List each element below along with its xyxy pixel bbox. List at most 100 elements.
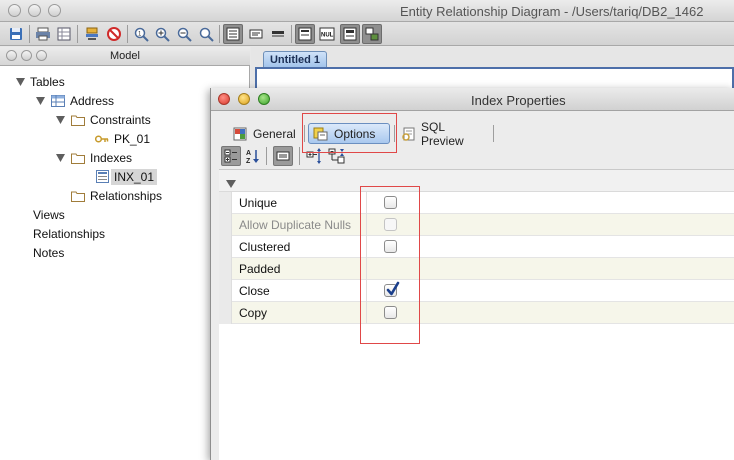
folder-icon — [70, 113, 86, 127]
delete-button[interactable] — [104, 24, 124, 44]
tab-general[interactable]: General — [229, 123, 299, 144]
stamp-icon — [86, 27, 98, 40]
show-nulls-button[interactable]: NUL — [317, 24, 337, 44]
tree-node-constraints[interactable]: Constraints — [54, 110, 151, 129]
tree-node-pk-01[interactable]: PK_01 — [94, 129, 150, 148]
dialog-zoom-button[interactable] — [258, 93, 270, 105]
tree-node-indexes[interactable]: Indexes — [54, 148, 132, 167]
zoom-fit-button[interactable] — [196, 24, 216, 44]
description-icon — [276, 151, 290, 161]
main-toolbar: 1 NUL — [0, 22, 734, 46]
tree-node-inx-01[interactable]: INX_01 — [94, 167, 158, 186]
property-row-allow-duplicate-nulls: Allow Duplicate Nulls — [219, 214, 734, 236]
allow-duplicate-nulls-checkbox — [384, 218, 397, 231]
dialog-close-button[interactable] — [218, 93, 230, 105]
page-setup-button[interactable] — [54, 24, 74, 44]
tree-node-views[interactable]: Views — [33, 205, 65, 224]
zoom-out-icon — [177, 27, 192, 42]
property-row-clustered: Clustered — [219, 236, 734, 258]
general-icon — [233, 127, 247, 141]
folder-icon — [70, 189, 86, 203]
grid-icon — [57, 27, 71, 41]
property-row-padded: Padded — [219, 258, 734, 280]
dialog-title: Index Properties — [471, 93, 566, 108]
sql-preview-icon — [401, 127, 415, 141]
close-window-button[interactable] — [8, 4, 21, 17]
options-icon — [313, 127, 328, 141]
property-group-header[interactable] — [219, 170, 734, 192]
categorized-view-button[interactable] — [221, 146, 241, 166]
window-title: Entity Relationship Diagram - /Users/tar… — [400, 4, 704, 19]
tree-node-tables[interactable]: Tables — [14, 72, 65, 91]
table-details-icon — [226, 27, 240, 41]
show-details-button[interactable] — [223, 24, 243, 44]
tree-node-relationships[interactable]: Relationships — [33, 224, 105, 243]
model-panel-title: Model — [110, 50, 140, 62]
dialog-minimize-button[interactable] — [238, 93, 250, 105]
null-icon: NUL — [319, 27, 335, 41]
zoom-window-button[interactable] — [48, 4, 61, 17]
expand-all-button[interactable] — [305, 146, 325, 166]
save-button[interactable] — [6, 24, 26, 44]
property-label: Close — [239, 284, 270, 298]
expand-triangle-icon[interactable] — [34, 95, 46, 107]
index-icon — [94, 170, 110, 184]
print-icon — [36, 27, 50, 41]
show-types-button[interactable] — [340, 24, 360, 44]
property-row-close: Close — [219, 280, 734, 302]
main-window-titlebar: Entity Relationship Diagram - /Users/tar… — [0, 0, 734, 22]
sort-az-icon: AZ — [246, 150, 259, 164]
property-label: Unique — [239, 196, 278, 210]
tab-options[interactable]: Options — [308, 123, 390, 144]
tab-sql-preview[interactable]: SQL Preview — [397, 120, 489, 148]
show-header-button[interactable] — [268, 24, 288, 44]
tree-node-notes[interactable]: Notes — [33, 243, 64, 262]
tree-node-address[interactable]: Address — [34, 91, 114, 110]
print-button[interactable] — [33, 24, 53, 44]
stamp-button[interactable] — [82, 24, 102, 44]
unique-checkbox[interactable] — [384, 196, 397, 209]
show-columns-button[interactable] — [246, 24, 266, 44]
property-row-copy: Copy — [219, 302, 734, 324]
svg-text:NUL: NUL — [321, 33, 334, 39]
dialog-titlebar: Index Properties — [211, 88, 734, 111]
index-properties-dialog: Index Properties General Options SQL Pre… — [210, 88, 734, 460]
expand-triangle-icon[interactable] — [54, 152, 66, 164]
alphabetical-view-button[interactable]: AZ — [243, 146, 263, 166]
copy-checkbox[interactable] — [384, 306, 397, 319]
checkmark-icon — [386, 281, 400, 296]
zoom-in-icon — [155, 27, 170, 42]
zoom-fit-icon — [199, 27, 214, 42]
zoom-actual-button[interactable]: 1 — [131, 24, 151, 44]
expand-triangle-icon[interactable] — [54, 114, 66, 126]
collapse-all-icon — [328, 148, 345, 164]
show-relations-button[interactable] — [362, 24, 382, 44]
tree-node-relationships-sub[interactable]: Relationships — [70, 186, 162, 205]
zoom-out-button[interactable] — [174, 24, 194, 44]
property-sheet-toolbar: AZ — [219, 145, 734, 167]
description-toggle-button[interactable] — [273, 146, 293, 166]
zoom-in-button[interactable] — [152, 24, 172, 44]
close-checkbox[interactable] — [384, 281, 400, 297]
expand-triangle-icon[interactable] — [226, 177, 236, 191]
expand-triangle-icon[interactable] — [14, 76, 26, 88]
svg-text:Z: Z — [246, 158, 251, 164]
table-types-icon — [343, 27, 357, 41]
table-keys-icon — [298, 27, 312, 41]
model-panel-header: Model — [0, 47, 250, 66]
diagram-tab-untitled[interactable]: Untitled 1 — [263, 51, 327, 68]
property-sheet: Unique Allow Duplicate Nulls Clustered P… — [219, 169, 734, 460]
no-entry-icon — [107, 27, 121, 41]
property-row-unique: Unique — [219, 192, 734, 214]
show-keys-button[interactable] — [295, 24, 315, 44]
collapse-all-button[interactable] — [327, 146, 347, 166]
clustered-checkbox[interactable] — [384, 240, 397, 253]
property-label: Padded — [239, 262, 281, 276]
key-icon — [94, 132, 110, 146]
header-icon — [272, 31, 284, 37]
table-icon — [50, 94, 66, 108]
property-label: Copy — [239, 306, 268, 320]
folder-icon — [70, 151, 86, 165]
minimize-window-button[interactable] — [28, 4, 41, 17]
property-label: Allow Duplicate Nulls — [239, 218, 352, 232]
